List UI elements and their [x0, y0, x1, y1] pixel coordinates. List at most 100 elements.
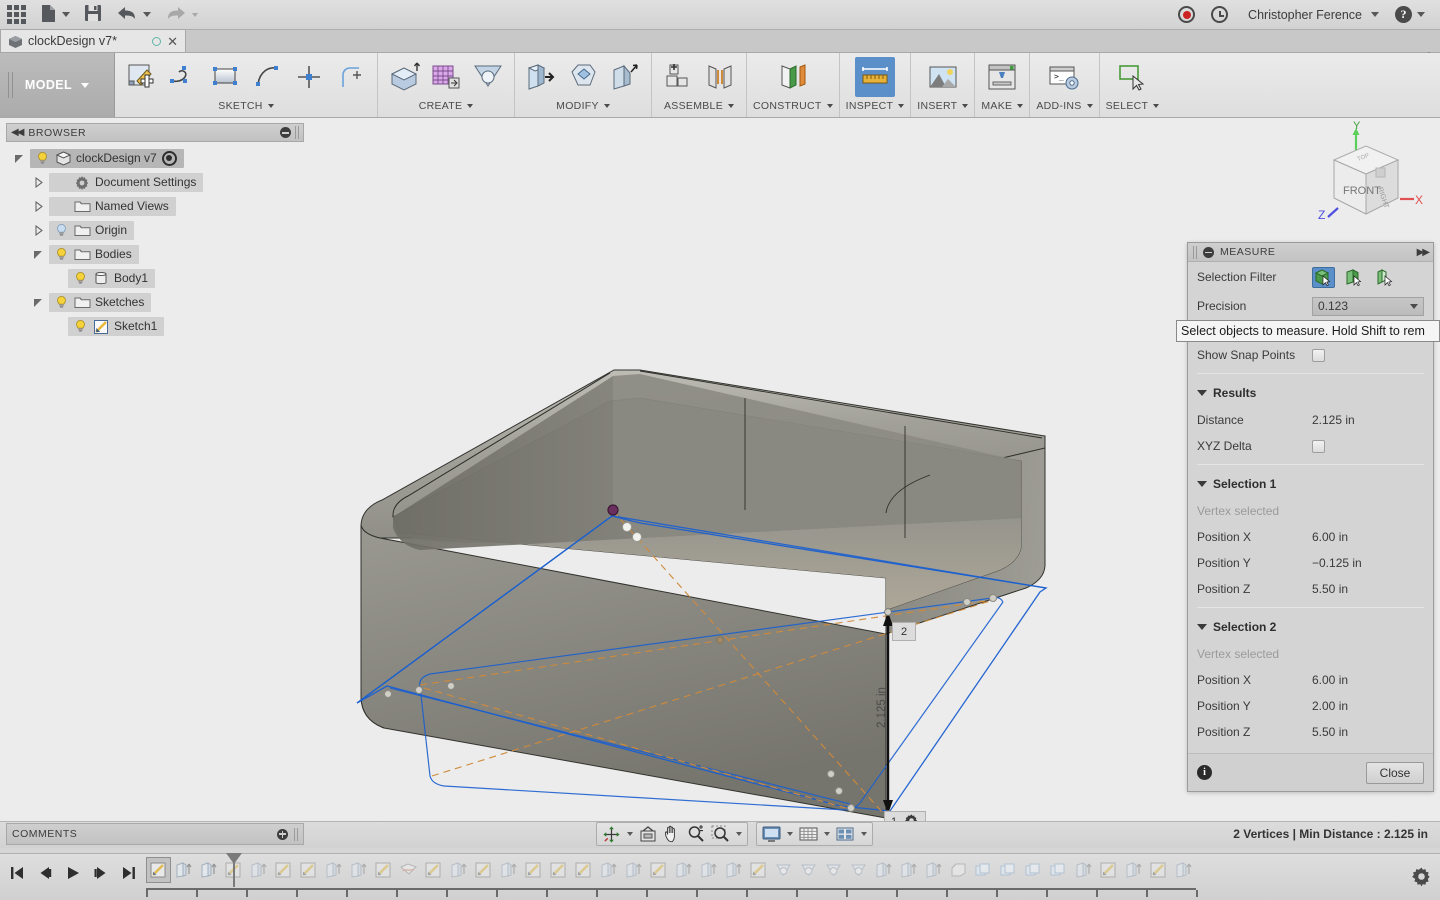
- measure-dialog-header[interactable]: MEASURE ▶▶: [1188, 243, 1433, 262]
- close-icon[interactable]: ✕: [167, 35, 178, 48]
- tabbar-collapse[interactable]: [1424, 38, 1440, 57]
- ribbon-group-label[interactable]: CREATE: [419, 100, 474, 112]
- timeline-feature-extrude[interactable]: [496, 857, 521, 883]
- point-icon[interactable]: [289, 57, 329, 97]
- browser-node-body1[interactable]: Body1: [6, 266, 304, 290]
- help-menu-button[interactable]: ?: [1388, 1, 1432, 29]
- record-button[interactable]: [1171, 1, 1202, 29]
- timeline-feature-extrude[interactable]: [1071, 857, 1096, 883]
- timeline-feature-revolve[interactable]: [771, 857, 796, 883]
- skip-end-icon[interactable]: [118, 862, 140, 884]
- measure-icon[interactable]: [854, 57, 895, 97]
- ribbon-group-label[interactable]: MAKE: [981, 100, 1024, 112]
- timeline-feature-extrude[interactable]: [596, 857, 621, 883]
- browser-node-chip[interactable]: Document Settings: [49, 172, 204, 192]
- resize-grip[interactable]: [295, 126, 299, 139]
- timeline-feature-sketch[interactable]: [421, 857, 446, 883]
- timeline-feature-chamfer[interactable]: [946, 857, 971, 883]
- step-back-icon[interactable]: [34, 862, 56, 884]
- triangle-down-icon[interactable]: [31, 295, 45, 309]
- timeline-feature-sketch[interactable]: [746, 857, 771, 883]
- triangle-right-icon[interactable]: [31, 223, 45, 237]
- timeline-feature-pattern[interactable]: [1046, 857, 1071, 883]
- ribbon-group-label[interactable]: SKETCH: [218, 100, 274, 112]
- timeline-feature-revolve[interactable]: [821, 857, 846, 883]
- press-pull-icon[interactable]: [521, 57, 561, 97]
- browser-node-sketch1[interactable]: Sketch1: [6, 314, 304, 338]
- save-button[interactable]: [77, 1, 109, 29]
- offset-plane-icon[interactable]: [773, 57, 813, 97]
- create-sketch-icon[interactable]: [121, 57, 161, 97]
- close-button[interactable]: Close: [1366, 761, 1424, 784]
- timeline-feature-extrude[interactable]: [871, 857, 896, 883]
- timeline-feature-sketch[interactable]: [296, 857, 321, 883]
- look-at-icon[interactable]: [636, 823, 660, 845]
- arc-icon[interactable]: [247, 57, 287, 97]
- insert-image-icon[interactable]: [923, 57, 963, 97]
- draft-icon[interactable]: [605, 57, 645, 97]
- lightbulb-icon[interactable]: [35, 151, 50, 166]
- select-vertex-priority-button[interactable]: [1374, 267, 1397, 288]
- triangle-right-icon[interactable]: [31, 199, 45, 213]
- comments-panel[interactable]: COMMENTS: [6, 823, 304, 845]
- ribbon-group-label[interactable]: INSPECT: [846, 100, 905, 112]
- triangle-down-icon[interactable]: [12, 151, 26, 165]
- play-icon[interactable]: [62, 862, 84, 884]
- view-cube[interactable]: Y X Z FRONT RIGHT TOP: [1302, 120, 1430, 235]
- timeline-feature-pattern[interactable]: [1021, 857, 1046, 883]
- timeline-feature-extrude[interactable]: [1171, 857, 1196, 883]
- spline-icon[interactable]: [163, 57, 203, 97]
- grid-snap-icon[interactable]: [796, 823, 833, 845]
- timeline-track[interactable]: [146, 853, 1390, 899]
- pan-icon[interactable]: [660, 823, 684, 845]
- lightbulb-icon[interactable]: [54, 295, 69, 310]
- ribbon-group-label[interactable]: SELECT: [1106, 100, 1160, 112]
- browser-node-chip[interactable]: Sketches: [49, 292, 152, 312]
- lightbulb-icon[interactable]: [73, 319, 88, 334]
- fillet-modify-icon[interactable]: [563, 57, 603, 97]
- browser-header[interactable]: ◀◀ BROWSER: [6, 123, 304, 142]
- browser-node-clockdesign-v7[interactable]: clockDesign v7: [6, 146, 304, 170]
- timeline-feature-pattern[interactable]: [996, 857, 1021, 883]
- zoom-icon[interactable]: [684, 823, 708, 845]
- ribbon-group-label[interactable]: INSERT: [917, 100, 969, 112]
- joint-icon[interactable]: [700, 57, 740, 97]
- undo-button[interactable]: [109, 1, 158, 29]
- timeline-feature-revolve[interactable]: [796, 857, 821, 883]
- lightbulb-icon[interactable]: [73, 271, 88, 286]
- ribbon-group-label[interactable]: MODIFY: [556, 100, 610, 112]
- select-face-priority-button[interactable]: [1312, 266, 1335, 288]
- show-snap-points-checkbox[interactable]: [1312, 348, 1325, 362]
- new-file-button[interactable]: [33, 1, 77, 29]
- user-menu-button[interactable]: Christopher Ference: [1237, 1, 1386, 29]
- fillet-icon[interactable]: [331, 57, 371, 97]
- precision-dropdown[interactable]: 0.123: [1312, 296, 1424, 316]
- mesh-icon[interactable]: [426, 57, 466, 97]
- step-forward-icon[interactable]: [90, 862, 112, 884]
- timeline-feature-extrude[interactable]: [621, 857, 646, 883]
- lightbulb-icon[interactable]: [54, 223, 69, 238]
- redo-button[interactable]: [158, 1, 205, 29]
- viewports-icon[interactable]: [833, 823, 870, 845]
- results-section-header[interactable]: Results: [1197, 379, 1424, 407]
- timeline-feature-sketch[interactable]: [1096, 857, 1121, 883]
- timeline-feature-sketch[interactable]: [546, 857, 571, 883]
- xyz-delta-checkbox[interactable]: [1312, 439, 1325, 453]
- timeline-feature-extrude[interactable]: [921, 857, 946, 883]
- new-component-icon[interactable]: [658, 57, 698, 97]
- triangle-right-icon[interactable]: [31, 175, 45, 189]
- timeline-feature-sketch[interactable]: [1146, 857, 1171, 883]
- rectangle-icon[interactable]: [205, 57, 245, 97]
- app-grid-button[interactable]: [0, 1, 33, 29]
- timeline-feature-pattern[interactable]: [971, 857, 996, 883]
- timeline-feature-extrude[interactable]: [671, 857, 696, 883]
- browser-node-chip[interactable]: Origin: [49, 220, 135, 240]
- timeline-feature-sketch[interactable]: [371, 857, 396, 883]
- ribbon-group-label[interactable]: CONSTRUCT: [753, 100, 833, 112]
- select-window-icon[interactable]: [1112, 57, 1152, 97]
- document-tab[interactable]: clockDesign v7* ✕: [0, 29, 186, 52]
- zoom-window-icon[interactable]: [708, 823, 745, 845]
- 3d-print-icon[interactable]: [982, 57, 1022, 97]
- lightbulb-icon[interactable]: [54, 247, 69, 262]
- timeline-feature-surface[interactable]: [396, 857, 421, 883]
